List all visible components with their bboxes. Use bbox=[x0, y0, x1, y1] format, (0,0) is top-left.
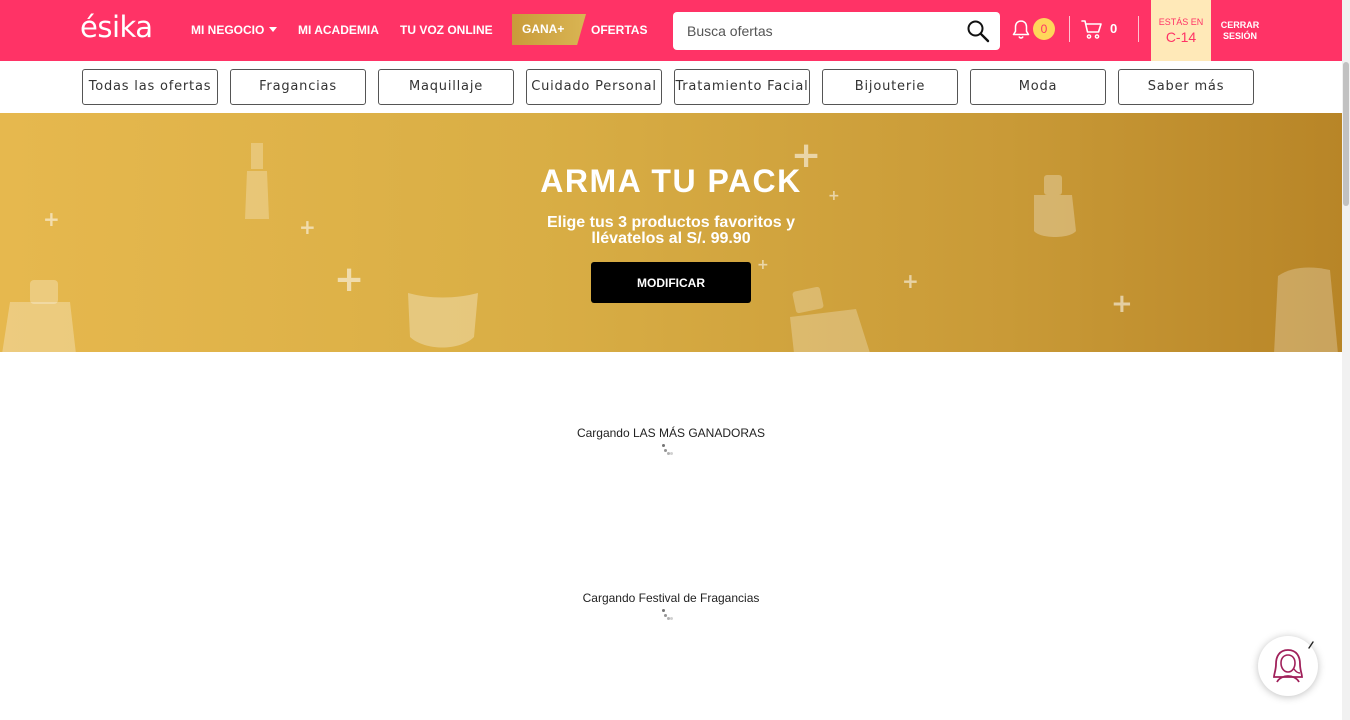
category-todas-las-ofertas[interactable]: Todas las ofertas bbox=[82, 69, 218, 105]
plus-decoration: + bbox=[902, 269, 919, 293]
nail-polish-decoration bbox=[1034, 175, 1076, 237]
logout-label-line2: SESIÓN bbox=[1222, 31, 1257, 41]
lipstick-decoration bbox=[245, 143, 269, 219]
nav-tu-voz-online[interactable]: TU VOZ ONLINE bbox=[400, 22, 493, 38]
cream-jar-decoration bbox=[408, 293, 478, 348]
campaign-indicator: ESTÁS EN C-14 bbox=[1151, 0, 1211, 61]
section-loading-text: Cargando LAS MÁS GANADORAS bbox=[576, 426, 766, 440]
perfume-bottle-decoration bbox=[790, 287, 870, 352]
caret-down-icon bbox=[269, 27, 278, 32]
plus-decoration: + bbox=[1111, 289, 1133, 319]
cart-icon[interactable] bbox=[1080, 17, 1104, 41]
category-saber-mas[interactable]: Saber más bbox=[1118, 69, 1254, 105]
logout-label-line1: CERRAR bbox=[1220, 20, 1260, 30]
header-divider bbox=[1069, 16, 1070, 42]
chat-notification-icon bbox=[1308, 641, 1314, 649]
campaign-code: C-14 bbox=[1165, 29, 1197, 45]
banner-title: ARMA TU PACK bbox=[540, 163, 802, 199]
gana-plus-label: GANA+ bbox=[522, 22, 565, 36]
notifications-count-badge: 0 bbox=[1033, 18, 1055, 40]
loading-spinner-icon bbox=[662, 444, 674, 456]
plus-decoration: + bbox=[43, 207, 60, 231]
category-cuidado-personal[interactable]: Cuidado Personal bbox=[526, 69, 662, 105]
search-input[interactable] bbox=[687, 20, 957, 42]
plus-decoration: + bbox=[334, 259, 365, 300]
nav-mi-negocio[interactable]: MI NEGOCIO bbox=[191, 22, 278, 38]
search-box bbox=[673, 12, 1000, 50]
nav-mi-academia-label: MI ACADEMIA bbox=[298, 23, 379, 37]
cart-count: 0 bbox=[1110, 21, 1118, 36]
top-header: ésika MI NEGOCIO MI ACADEMIA TU VOZ ONLI… bbox=[0, 0, 1350, 61]
esika-logo[interactable]: ésika bbox=[80, 10, 164, 44]
loading-spinner-icon bbox=[662, 609, 674, 621]
plus-decoration: + bbox=[757, 257, 769, 273]
category-bar: Todas las ofertas Fragancias Maquillaje … bbox=[0, 61, 1342, 113]
nav-ofertas[interactable]: OFERTAS bbox=[591, 22, 647, 38]
banner-subtitle: Elige tus 3 productos favoritos y llévat… bbox=[546, 214, 796, 247]
section-loading-text: Cargando Festival de Fragancias bbox=[582, 591, 760, 605]
logo-text: ésika bbox=[80, 10, 153, 44]
scrollbar-thumb[interactable] bbox=[1343, 62, 1349, 206]
gana-plus-badge[interactable]: GANA+ bbox=[512, 14, 586, 45]
perfume-bottle-decoration bbox=[2, 280, 76, 352]
campaign-caption: ESTÁS EN bbox=[1158, 17, 1204, 27]
logout-button[interactable]: CERRAR SESIÓN bbox=[1220, 20, 1260, 42]
nav-tu-voz-online-label: TU VOZ ONLINE bbox=[400, 23, 493, 37]
category-bijouterie[interactable]: Bijouterie bbox=[822, 69, 958, 105]
category-maquillaje[interactable]: Maquillaje bbox=[378, 69, 514, 105]
category-tratamiento-facial[interactable]: Tratamiento Facial bbox=[674, 69, 810, 105]
bell-icon[interactable] bbox=[1010, 18, 1032, 40]
nav-mi-academia[interactable]: MI ACADEMIA bbox=[298, 22, 379, 38]
plus-decoration: + bbox=[299, 215, 316, 239]
nav-mi-negocio-label: MI NEGOCIO bbox=[191, 23, 265, 37]
promo-banner: + + + + + + + + ARMA TU PACK Elige tus 3… bbox=[0, 113, 1342, 352]
lotion-bottle-decoration bbox=[1274, 267, 1338, 352]
modify-pack-button[interactable]: MODIFICAR bbox=[591, 262, 751, 303]
nav-ofertas-label: OFERTAS bbox=[591, 23, 648, 37]
search-icon[interactable] bbox=[966, 19, 990, 43]
category-moda[interactable]: Moda bbox=[970, 69, 1106, 105]
header-divider bbox=[1138, 16, 1139, 42]
category-fragancias[interactable]: Fragancias bbox=[230, 69, 366, 105]
